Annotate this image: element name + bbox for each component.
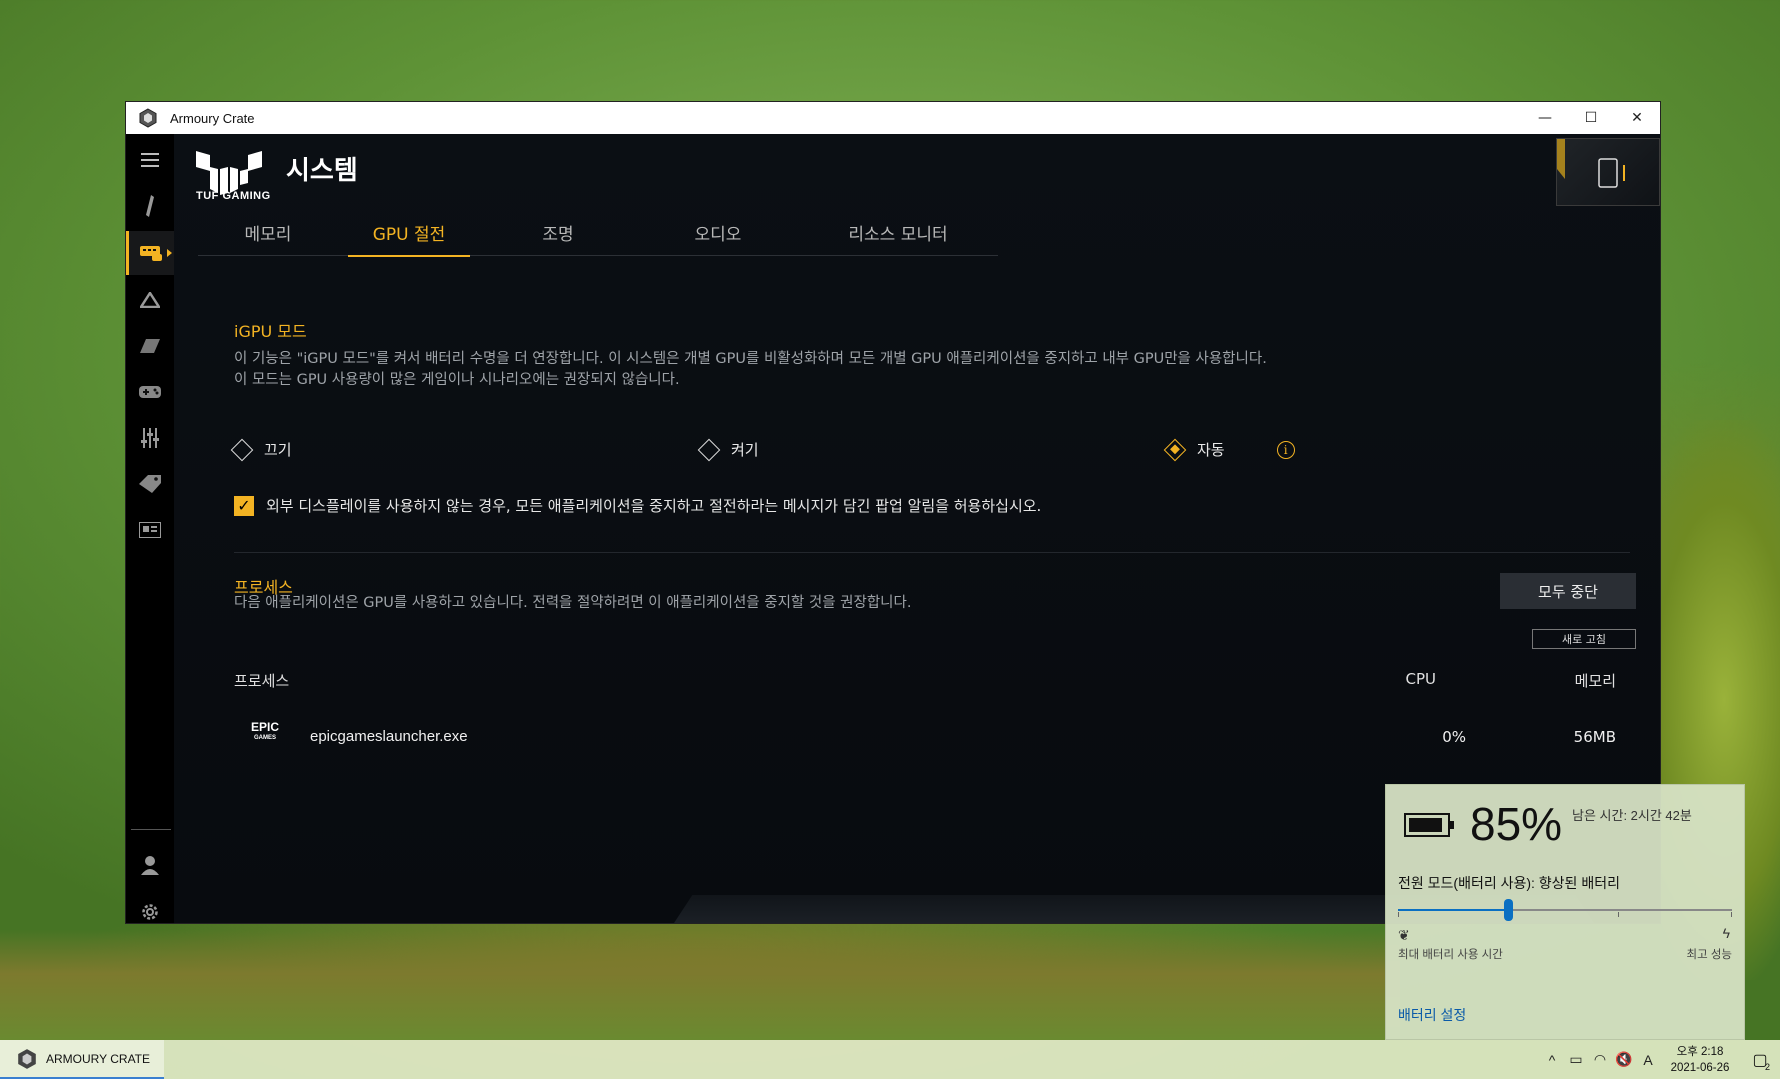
page-title: 시스템 [286, 156, 358, 186]
gear-icon [142, 904, 158, 920]
sidebar [126, 134, 174, 923]
sidebar-item-home[interactable] [126, 184, 174, 228]
power-mode-slider[interactable] [1398, 899, 1732, 921]
slider-fill [1398, 909, 1509, 911]
radio-diamond-icon [697, 438, 721, 461]
process-name: epicgameslauncher.exe [310, 728, 468, 745]
aura-triangle-icon [140, 292, 160, 308]
sidebar-item-scenario[interactable] [126, 324, 174, 368]
clock-date: 2021-06-26 [1670, 1061, 1730, 1074]
sidebar-item-settings[interactable] [126, 890, 174, 934]
user-icon [141, 856, 159, 875]
armoury-crate-app-icon [139, 108, 157, 128]
taskbar-app-armoury-crate[interactable]: ARMOURY CRATE [0, 1040, 164, 1079]
lightning-icon: ϟ [1722, 925, 1730, 941]
sidebar-item-system[interactable] [126, 231, 174, 275]
section-divider [234, 552, 1630, 553]
sidebar-item-news[interactable] [126, 508, 174, 552]
system-tray: ^ ▭ ◠ 🔇 A 오후 2:18 2021-06-26 ▢ 2 [1540, 1040, 1780, 1079]
sidebar-item-user[interactable] [126, 843, 174, 887]
close-button[interactable]: ✕ [1614, 102, 1660, 134]
radio-on-label: 켜기 [731, 441, 759, 459]
tab-memory[interactable]: 메모리 [218, 220, 318, 256]
taskbar-app-label: ARMOURY CRATE [46, 1051, 151, 1066]
header-cpu: CPU [1405, 670, 1437, 688]
device-badge[interactable] [1556, 138, 1660, 206]
scenario-slash-icon [140, 339, 160, 353]
maximize-button[interactable]: ☐ [1568, 102, 1614, 134]
laptop-device-icon [1557, 139, 1625, 188]
leaf-icon: ❦ [1398, 927, 1410, 943]
tab-resource-monitor[interactable]: 리소스 모니터 [828, 220, 968, 256]
notification-count: 2 [1764, 1061, 1770, 1072]
titlebar[interactable]: Armoury Crate — ☐ ✕ [126, 102, 1660, 134]
igpu-section-title: iGPU 모드 [234, 322, 307, 341]
sidebar-item-game-library[interactable] [126, 370, 174, 414]
power-mode-label: 전원 모드(배터리 사용): 향상된 배터리 [1398, 875, 1620, 891]
keyboard-hand-icon [139, 246, 162, 261]
sidebar-item-deals[interactable] [126, 462, 174, 506]
process-memory: 56MB [1573, 728, 1616, 746]
tray-volume-mute-icon[interactable]: 🔇 [1612, 1051, 1636, 1068]
background-moss-bottom [0, 930, 1400, 1040]
tray-clock[interactable]: 오후 2:18 2021-06-26 [1660, 1044, 1740, 1076]
slider-tick [1398, 912, 1399, 917]
sidebar-item-aura-sync[interactable] [126, 278, 174, 322]
news-icon [139, 522, 161, 538]
minimize-button[interactable]: — [1522, 102, 1568, 134]
popup-notification-label: 외부 디스플레이를 사용하지 않는 경우, 모든 애플리케이션을 중지하고 절전… [266, 497, 1042, 515]
best-performance-label: 최고 성능 [1686, 949, 1732, 961]
tab-gpu-power-saving[interactable]: GPU 절전 [348, 220, 470, 257]
igpu-description-line2: 이 모드는 GPU 사용량이 많은 게임이나 시나리오에는 권장되지 않습니다. [234, 372, 680, 388]
radio-on[interactable]: 켜기 [697, 438, 759, 461]
tray-ime-indicator[interactable]: A [1636, 1052, 1660, 1068]
window-title: Armoury Crate [170, 110, 255, 126]
max-battery-label: 최대 배터리 사용 시간 [1398, 949, 1503, 961]
slider-tick [1618, 912, 1620, 917]
device-home-icon [146, 195, 154, 217]
tray-battery-icon[interactable]: ▭ [1564, 1051, 1588, 1068]
slider-thumb[interactable] [1504, 899, 1514, 921]
process-description: 다음 애플리케이션은 GPU를 사용하고 있습니다. 전력을 절약하려면 이 애… [234, 595, 912, 611]
battery-flyout: 85% 남은 시간: 2시간 42분 전원 모드(배터리 사용): 향상된 배터… [1385, 784, 1745, 1040]
battery-icon [1404, 813, 1454, 837]
tray-chevron-up-icon[interactable]: ^ [1540, 1052, 1564, 1068]
process-cpu: 0% [1442, 728, 1466, 746]
gamepad-icon [139, 386, 161, 398]
action-center-icon[interactable]: ▢ 2 [1740, 1050, 1780, 1072]
battery-remaining-time: 남은 시간: 2시간 42분 [1572, 808, 1692, 823]
sliders-icon [141, 428, 159, 448]
table-row[interactable]: EPIC GAMES epicgameslauncher.exe 0% 56MB [234, 714, 1630, 764]
radio-diamond-icon [230, 438, 254, 461]
tag-icon [139, 475, 161, 493]
hamburger-menu-icon[interactable] [126, 138, 174, 182]
sidebar-separator [131, 829, 171, 830]
epic-games-icon: EPIC GAMES [250, 720, 279, 741]
radio-off[interactable]: 끄기 [230, 438, 292, 461]
radio-diamond-selected-icon [1163, 438, 1187, 461]
stop-all-button[interactable]: 모두 중단 [1500, 573, 1636, 609]
tab-bar: 메모리 GPU 절전 조명 오디오 리소스 모니터 [198, 220, 998, 257]
tab-audio[interactable]: 오디오 [668, 220, 768, 256]
radio-auto[interactable]: 자동 i [1163, 438, 1295, 461]
header-memory: 메모리 [1574, 672, 1616, 690]
battery-percent: 85% [1470, 798, 1563, 850]
igpu-description-line1: 이 기능은 "iGPU 모드"를 켜서 배터리 수명을 더 연장합니다. 이 시… [234, 351, 1267, 367]
battery-settings-link[interactable]: 배터리 설정 [1398, 1005, 1466, 1025]
header-process: 프로세스 [234, 672, 290, 690]
refresh-button[interactable]: 새로 고침 [1532, 629, 1636, 649]
popup-notification-option[interactable]: ✓ 외부 디스플레이를 사용하지 않는 경우, 모든 애플리케이션을 중지하고 … [234, 495, 1041, 516]
slider-tick [1731, 912, 1732, 917]
brand-text: TUF GAMING [196, 190, 271, 202]
tab-lighting[interactable]: 조명 [508, 220, 608, 256]
info-icon[interactable]: i [1276, 440, 1295, 459]
sidebar-item-settings-sliders[interactable] [126, 416, 174, 460]
radio-off-label: 끄기 [264, 441, 292, 459]
tray-wifi-icon[interactable]: ◠ [1588, 1051, 1612, 1068]
checkbox-checked-icon[interactable]: ✓ [234, 495, 254, 516]
radio-auto-label: 자동 [1197, 441, 1225, 459]
taskbar: ARMOURY CRATE ^ ▭ ◠ 🔇 A 오후 2:18 2021-06-… [0, 1040, 1780, 1079]
armoury-crate-app-icon [18, 1048, 36, 1069]
clock-time: 오후 2:18 [1676, 1045, 1724, 1058]
